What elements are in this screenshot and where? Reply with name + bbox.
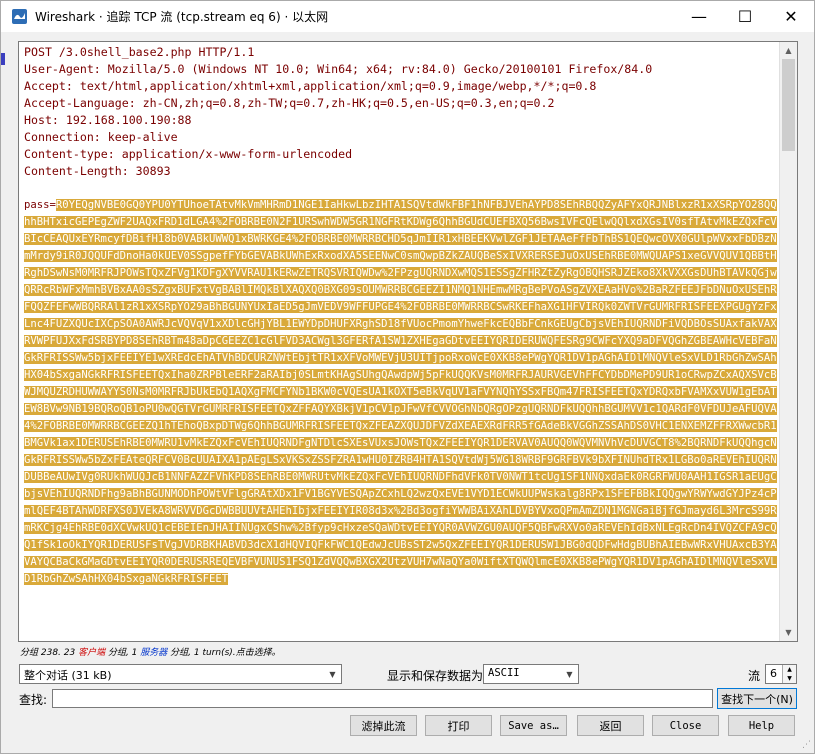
follow-tcp-stream-window: Wireshark · 追踪 TCP 流 (tcp.stream eq 6) ·… [0,0,815,754]
resize-grip-icon[interactable]: ⋰ [802,740,811,750]
header-accept-language: Accept-Language: zh-CN,zh;q=0.8,zh-TW;q=… [24,96,555,110]
spin-down-icon[interactable]: ▼ [782,674,796,683]
chevron-down-icon: ▼ [329,669,336,679]
conversation-select-value: 整个对话 (31 kB) [24,669,112,682]
filter-out-stream-button[interactable]: 滤掉此流 [350,715,417,736]
background-window-edge [1,53,5,65]
stream-label: 流 [748,669,761,683]
find-input[interactable] [52,689,713,708]
find-label: 查找: [19,693,48,707]
data-format-select[interactable]: ASCII ▼ [483,664,579,684]
request-line: POST /3.0shell_base2.php HTTP/1.1 [24,45,255,59]
conversation-select[interactable]: 整个对话 (31 kB) ▼ [19,664,342,684]
header-content-length: Content-Length: 30893 [24,164,171,178]
status-prefix: 分组 238. 23 [20,648,79,658]
request-body: pass=R0YEQgNVBE0GQ0YPU0YTUhoeTAtvMkVmMHR… [24,197,779,588]
wireshark-icon [12,9,27,24]
status-suffix: 分组, 1 turn(s).点击选择。 [167,648,281,658]
stream-number-spinbox[interactable]: 6 ▲ ▼ [765,664,797,684]
window-title: Wireshark · 追踪 TCP 流 (tcp.stream eq 6) ·… [35,10,329,24]
back-button[interactable]: 返回 [577,715,644,736]
stream-number-value: 6 [770,667,777,680]
header-content-type: Content-type: application/x-www-form-url… [24,147,353,161]
status-mid: 分组, 1 [105,648,141,658]
close-button[interactable]: Close [652,715,719,736]
stream-status-text: 分组 238. 23 客户端 分组, 1 服务器 分组, 1 turn(s).点… [20,645,281,658]
print-button[interactable]: 打印 [425,715,492,736]
header-connection: Connection: keep-alive [24,130,178,144]
status-client-label: 客户端 [78,648,106,658]
help-button[interactable]: Help [728,715,795,736]
title-bar[interactable]: Wireshark · 追踪 TCP 流 (tcp.stream eq 6) ·… [1,1,814,32]
data-format-value: ASCII [488,667,520,679]
body-param-key: pass= [24,199,56,211]
minimize-button[interactable]: — [676,1,722,32]
header-accept: Accept: text/html,application/xhtml+xml,… [24,79,597,93]
find-next-button[interactable]: 查找下一个(N) [717,688,797,709]
stream-text-area[interactable]: POST /3.0shell_base2.php HTTP/1.1 User-A… [19,42,779,641]
vertical-scrollbar[interactable]: ▲ ▼ [779,42,797,641]
maximize-button[interactable]: ☐ [722,1,768,32]
show-save-label: 显示和保存数据为 [387,669,484,683]
body-param-value: R0YEQgNVBE0GQ0YPU0YTUhoeTAtvMkVmMHRmD1NG… [24,199,777,585]
scroll-down-arrow-icon[interactable]: ▼ [780,624,797,641]
close-window-button[interactable]: ✕ [768,1,814,32]
chevron-down-icon: ▼ [566,669,573,679]
stream-content-pane[interactable]: POST /3.0shell_base2.php HTTP/1.1 User-A… [18,41,798,642]
header-host: Host: 192.168.100.190:88 [24,113,192,127]
scroll-up-arrow-icon[interactable]: ▲ [780,42,797,59]
scrollbar-thumb[interactable] [782,59,795,151]
spin-up-icon[interactable]: ▲ [782,665,796,674]
status-server-label: 服务器 [140,648,168,658]
header-user-agent: User-Agent: Mozilla/5.0 (Windows NT 10.0… [24,62,653,76]
save-as-button[interactable]: Save as… [500,715,567,736]
